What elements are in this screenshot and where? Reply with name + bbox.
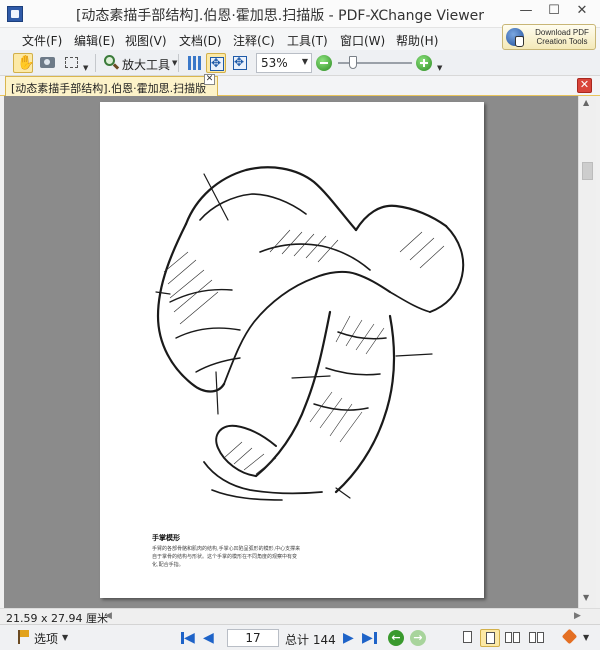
next-page-icon[interactable]: ▶: [342, 630, 358, 646]
forward-icon[interactable]: →: [410, 630, 426, 646]
select-tool-dropdown-icon[interactable]: ▼: [83, 64, 88, 72]
select-text-button[interactable]: [62, 53, 82, 73]
flag-cloth: [20, 630, 29, 637]
menu-document[interactable]: 文档(D): [175, 31, 226, 50]
maximize-button[interactable]: ☐: [540, 0, 568, 24]
options-button[interactable]: 选项: [34, 630, 58, 647]
caption-title: 手掌模形: [152, 533, 180, 542]
chart-view-button[interactable]: [184, 53, 204, 73]
single-page-layout-button[interactable]: [458, 629, 478, 647]
cont-facing-right-icon: [537, 632, 544, 643]
scroll-up-icon[interactable]: ▲: [583, 98, 589, 107]
paint-bucket-shape: [561, 628, 578, 645]
zoom-tool-dropdown-icon[interactable]: ▼: [172, 59, 177, 67]
zoom-level-combo[interactable]: 53% ▼: [256, 53, 312, 73]
document-tab-bar: [动态素描手部结构].伯恩·霍加思.扫描版: [0, 76, 600, 96]
hand-tool-icon: ✋: [17, 55, 35, 71]
menu-window[interactable]: 窗口(W): [336, 31, 389, 50]
vertical-scroll-thumb[interactable]: [582, 162, 593, 180]
vertical-scrollbar[interactable]: ▲ ▼: [578, 96, 596, 608]
menu-file[interactable]: 文件(F): [18, 31, 66, 50]
download-label-line1: Download PDF: [535, 28, 589, 37]
tab-close-icon[interactable]: ✕: [204, 74, 215, 85]
facing-layout-button[interactable]: [503, 629, 523, 647]
last-page-triangle: ▶: [362, 630, 373, 646]
magnifier-icon[interactable]: [104, 55, 120, 71]
download-logo-icon: [506, 28, 524, 47]
last-page-icon[interactable]: ▶: [362, 630, 378, 646]
fit-page-icon: [210, 56, 224, 71]
actual-size-icon: [233, 55, 247, 70]
minimize-button[interactable]: —: [512, 0, 540, 24]
magnifier-handle: [112, 63, 120, 70]
total-pages-label: 总计 144: [285, 633, 336, 647]
current-page-input[interactable]: 17: [227, 629, 279, 647]
highlight-color-icon[interactable]: [561, 628, 578, 645]
highlight-dropdown-icon[interactable]: ▼: [583, 633, 589, 642]
close-window-button[interactable]: ✕: [568, 0, 596, 24]
first-page-triangle: ◀: [184, 630, 195, 646]
continuous-layout-button[interactable]: [480, 629, 500, 647]
actual-size-button[interactable]: [230, 53, 250, 73]
toolbar-separator: [95, 54, 96, 72]
status-bar: 选项 ▼ ◀ ◀ 17 总计 144 ▶ ▶ ← →: [0, 624, 600, 650]
zoom-level-value: 53%: [261, 56, 288, 70]
zoom-in-icon[interactable]: [416, 55, 432, 71]
bar-chart-icon: [187, 56, 201, 70]
single-page-icon: [463, 631, 472, 643]
scroll-down-icon[interactable]: ▼: [583, 593, 589, 602]
zoom-combo-arrow-icon[interactable]: ▼: [302, 57, 308, 66]
toolbar-overflow-icon[interactable]: ▼: [437, 64, 442, 72]
first-page-icon[interactable]: ◀: [180, 630, 196, 646]
document-tab-label: [动态素描手部结构].伯恩·霍加思.扫描版: [11, 82, 207, 95]
snapshot-tool-button[interactable]: [38, 53, 58, 73]
hand-tool-button[interactable]: ✋: [13, 53, 35, 73]
zoom-out-icon[interactable]: [316, 55, 332, 71]
zoom-slider-thumb[interactable]: [348, 56, 357, 69]
caption-body: 手臂的各部骨骼和肌肉的结构,手掌心凹陷呈弧形的模形,中心支撑来自于掌骨的结构与形…: [152, 546, 301, 568]
toolbar-separator: [178, 54, 179, 72]
facing-right-page-icon: [513, 632, 520, 643]
select-text-icon: [65, 57, 78, 68]
app-icon[interactable]: [7, 6, 23, 22]
scroll-left-icon[interactable]: ◀: [105, 611, 112, 621]
horizontal-scrollbar[interactable]: 21.59 x 27.94 厘米 ◀ ▶: [0, 608, 600, 625]
options-flag-icon[interactable]: [18, 630, 30, 644]
next-page-triangle: ▶: [343, 630, 354, 646]
menu-view[interactable]: 视图(V): [121, 31, 171, 50]
download-creation-tools-button[interactable]: Download PDF Creation Tools: [502, 24, 596, 50]
fit-page-button[interactable]: [206, 53, 226, 73]
previous-page-icon[interactable]: ◀: [202, 630, 218, 646]
continuous-facing-layout-button[interactable]: [527, 629, 547, 647]
document-viewport[interactable]: 手掌模形 手臂的各部骨骼和肌肉的结构,手掌心凹陷呈弧形的模形,中心支撑来自于掌骨…: [4, 96, 578, 608]
menu-help[interactable]: 帮助(H): [392, 31, 442, 50]
close-document-icon[interactable]: ✕: [577, 78, 592, 93]
hand-sketch-illustration: [155, 166, 465, 501]
menu-edit[interactable]: 编辑(E): [70, 31, 119, 50]
cont-facing-left-icon: [529, 632, 536, 643]
window-title: [动态素描手部结构].伯恩·霍加思.扫描版 - PDF-XChange View…: [75, 8, 485, 24]
download-label-line2: Creation Tools: [536, 37, 588, 46]
document-tab[interactable]: [动态素描手部结构].伯恩·霍加思.扫描版: [5, 76, 218, 96]
options-dropdown-icon[interactable]: ▼: [62, 633, 68, 642]
download-button-label: Download PDF Creation Tools: [529, 28, 595, 46]
last-page-bar: [374, 632, 377, 644]
back-icon[interactable]: ←: [388, 630, 404, 646]
menu-comments[interactable]: 注释(C): [229, 31, 279, 50]
pdf-page: 手掌模形 手臂的各部骨骼和肌肉的结构,手掌心凹陷呈弧形的模形,中心支撑来自于掌骨…: [100, 102, 484, 598]
previous-page-triangle: ◀: [203, 630, 214, 646]
continuous-page-icon: [486, 632, 495, 644]
scroll-right-icon[interactable]: ▶: [574, 611, 581, 621]
zoom-tool-label[interactable]: 放大工具: [122, 56, 170, 73]
facing-left-page-icon: [505, 632, 512, 643]
snapshot-icon: [40, 57, 55, 68]
menu-tools[interactable]: 工具(T): [283, 31, 332, 50]
